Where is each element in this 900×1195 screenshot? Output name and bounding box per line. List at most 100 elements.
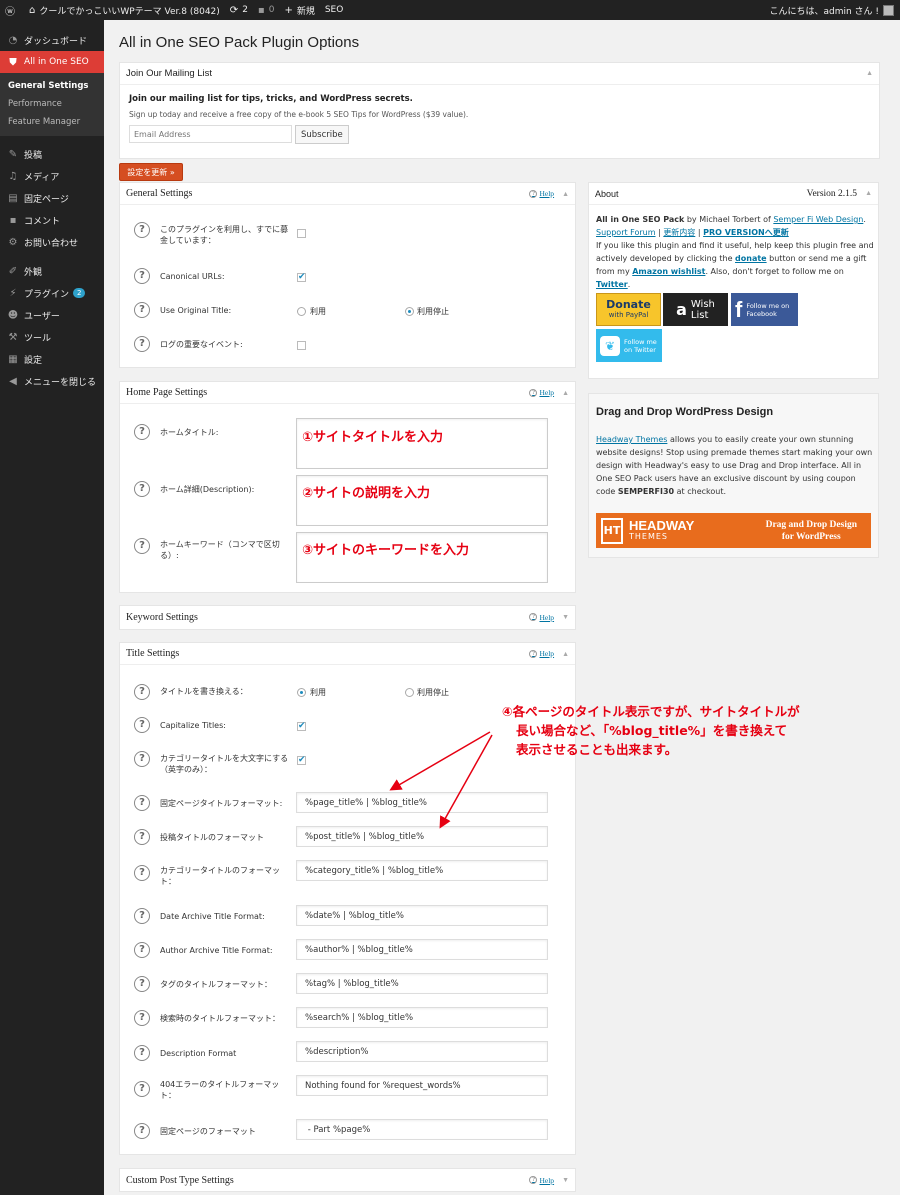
update-settings-button[interactable]: 設定を更新 » — [119, 163, 183, 181]
question-icon[interactable]: ? — [134, 1045, 150, 1061]
sidebar-item-media[interactable]: ♫ メディア — [0, 165, 104, 187]
pro-version-link[interactable]: PRO VERSIONへ更新 — [703, 228, 789, 237]
sidebar-item-appearance[interactable]: ✐ 外観 — [0, 260, 104, 282]
seo-link[interactable]: SEO — [320, 0, 348, 20]
sidebar-item-all-in-one-seo[interactable]: ⛊ All in One SEO — [0, 51, 104, 73]
date-archive-format-input[interactable]: %date% | %blog_title% — [296, 905, 548, 926]
sidebar-item-pages[interactable]: ▤ 固定ページ — [0, 187, 104, 209]
toggle-arrow-icon[interactable]: ▲ — [562, 650, 569, 658]
home-settings-header[interactable]: Home Page Settings? Help ▲ — [120, 382, 575, 404]
toggle-arrow-icon[interactable]: ▲ — [865, 190, 872, 197]
original-title-stop-radio[interactable] — [405, 307, 414, 316]
title-settings-header[interactable]: Title Settings? Help ▲ — [120, 643, 575, 665]
canonical-checkbox[interactable]: ✔ — [297, 273, 306, 282]
toggle-arrow-icon[interactable]: ▲ — [562, 389, 569, 397]
email-input[interactable] — [129, 125, 292, 143]
sidebar-item-plugins[interactable]: ⚡ プラグイン 2 — [0, 282, 104, 304]
question-icon[interactable]: ? — [134, 829, 150, 845]
question-icon[interactable]: ? — [134, 1123, 150, 1139]
amazon-wishlist-button[interactable]: a Wish List — [663, 293, 728, 326]
sidebar-item-tools[interactable]: ⚒ ツール — [0, 326, 104, 348]
404-title-format-input[interactable]: Nothing found for %request_words% — [296, 1075, 548, 1096]
help-link[interactable]: ? Help — [529, 189, 554, 198]
sidebar-item-posts[interactable]: ✎ 投稿 — [0, 143, 104, 165]
question-icon[interactable]: ? — [134, 481, 150, 497]
help-link[interactable]: ? Help — [529, 1176, 554, 1185]
capitalize-titles-checkbox[interactable]: ✔ — [297, 722, 306, 731]
question-icon[interactable]: ? — [134, 1081, 150, 1097]
category-caps-label: カテゴリータイトルを大文字にする（英字のみ）： — [160, 754, 289, 774]
mailing-list-header[interactable]: Join Our Mailing List ▲ — [120, 63, 879, 85]
keyword-settings-header[interactable]: Keyword Settings? Help ▼ — [120, 606, 575, 628]
category-caps-checkbox[interactable]: ✔ — [297, 756, 306, 765]
sidebar-item-collapse[interactable]: ◀ メニューを閉じる — [0, 370, 104, 392]
changelog-link[interactable]: 更新内容 — [663, 228, 695, 237]
new-content-link[interactable]: + 新規 — [279, 0, 319, 20]
search-title-format-label: 検索時のタイトルフォーマット： — [160, 1014, 280, 1023]
category-title-format-input[interactable]: %category_title% | %blog_title% — [296, 860, 548, 881]
comments-link[interactable]: ▪ 0 — [253, 0, 280, 20]
question-icon[interactable]: ? — [134, 751, 150, 767]
general-settings-header[interactable]: General Settings? Help ▲ — [120, 183, 575, 205]
donated-label: このプラグインを利用し、すでに募金しています： — [160, 225, 289, 245]
help-link[interactable]: ? Help — [529, 613, 554, 622]
original-title-use-radio[interactable] — [297, 307, 306, 316]
search-title-format-input[interactable]: %search% | %blog_title% — [296, 1007, 548, 1028]
semper-fi-link[interactable]: Semper Fi Web Design — [773, 215, 863, 224]
question-icon[interactable]: ? — [134, 302, 150, 318]
question-icon[interactable]: ? — [134, 268, 150, 284]
sidebar-item-settings[interactable]: ▦ 設定 — [0, 348, 104, 370]
question-icon[interactable]: ? — [134, 942, 150, 958]
rewrite-use-radio[interactable] — [297, 688, 306, 697]
page-title-format-input[interactable]: %page_title% | %blog_title% — [296, 792, 548, 813]
updates-link[interactable]: ⟳ 2 — [225, 0, 253, 20]
donate-link[interactable]: donate — [735, 254, 767, 263]
question-icon[interactable]: ? — [134, 908, 150, 924]
sidebar-item-comments[interactable]: ▪ コメント — [0, 209, 104, 231]
headway-themes-link[interactable]: Headway Themes — [596, 435, 667, 444]
twitter-follow-button[interactable]: ❦ Follow me on Twitter — [596, 329, 662, 362]
sidebar-item-dashboard[interactable]: ◔ ダッシュボード — [0, 29, 104, 51]
headway-banner[interactable]: HT HEADWAY THEMES Drag and Drop Design f… — [596, 513, 871, 548]
toggle-arrow-icon[interactable]: ▼ — [562, 613, 569, 621]
rewrite-stop-radio[interactable] — [405, 688, 414, 697]
toggle-arrow-icon[interactable]: ▲ — [562, 190, 569, 198]
help-link[interactable]: ? Help — [529, 388, 554, 397]
question-icon[interactable]: ? — [134, 222, 150, 238]
submenu-general-settings[interactable]: General Settings — [0, 77, 104, 95]
about-header[interactable]: About Version 2.1.5 ▲ — [589, 183, 878, 205]
question-icon[interactable]: ? — [134, 865, 150, 881]
question-icon[interactable]: ? — [134, 717, 150, 733]
subscribe-button[interactable]: Subscribe — [295, 125, 349, 144]
question-icon[interactable]: ? — [134, 976, 150, 992]
tag-title-format-input[interactable]: %tag% | %blog_title% — [296, 973, 548, 994]
custom-post-type-header[interactable]: Custom Post Type Settings? Help ▼ — [120, 1169, 575, 1191]
donated-checkbox[interactable] — [297, 229, 306, 238]
question-icon[interactable]: ? — [134, 424, 150, 440]
support-forum-link[interactable]: Support Forum — [596, 228, 656, 237]
facebook-follow-button[interactable]: f Follow me on Facebook — [731, 293, 798, 326]
question-icon[interactable]: ? — [134, 684, 150, 700]
description-format-input[interactable]: %description% — [296, 1041, 548, 1062]
toggle-arrow-icon[interactable]: ▲ — [866, 70, 873, 77]
wp-logo-button[interactable]: ⓦ — [0, 0, 24, 20]
paged-format-input[interactable]: - Part %page% — [296, 1119, 548, 1140]
sidebar-item-users[interactable]: ☻ ユーザー — [0, 304, 104, 326]
submenu-feature-manager[interactable]: Feature Manager — [0, 113, 104, 131]
amazon-wishlist-link[interactable]: Amazon wishlist — [632, 267, 705, 276]
question-icon[interactable]: ? — [134, 336, 150, 352]
question-icon[interactable]: ? — [134, 538, 150, 554]
author-archive-format-input[interactable]: %author% | %blog_title% — [296, 939, 548, 960]
help-link[interactable]: ? Help — [529, 649, 554, 658]
donate-paypal-button[interactable]: Donate with PayPal — [596, 293, 661, 326]
submenu-performance[interactable]: Performance — [0, 95, 104, 113]
log-checkbox[interactable] — [297, 341, 306, 350]
post-title-format-input[interactable]: %post_title% | %blog_title% — [296, 826, 548, 847]
user-greeting[interactable]: こんにちは、admin さん ! — [764, 0, 900, 20]
toggle-arrow-icon[interactable]: ▼ — [562, 1176, 569, 1184]
twitter-link[interactable]: Twitter — [596, 280, 628, 289]
question-icon[interactable]: ? — [134, 1010, 150, 1026]
sidebar-item-contact[interactable]: ⚙ お問い合わせ — [0, 231, 104, 253]
question-icon[interactable]: ? — [134, 795, 150, 811]
site-name-link[interactable]: ⌂ クールでかっこいいWPテーマ Ver.8 (8042) — [24, 0, 225, 20]
